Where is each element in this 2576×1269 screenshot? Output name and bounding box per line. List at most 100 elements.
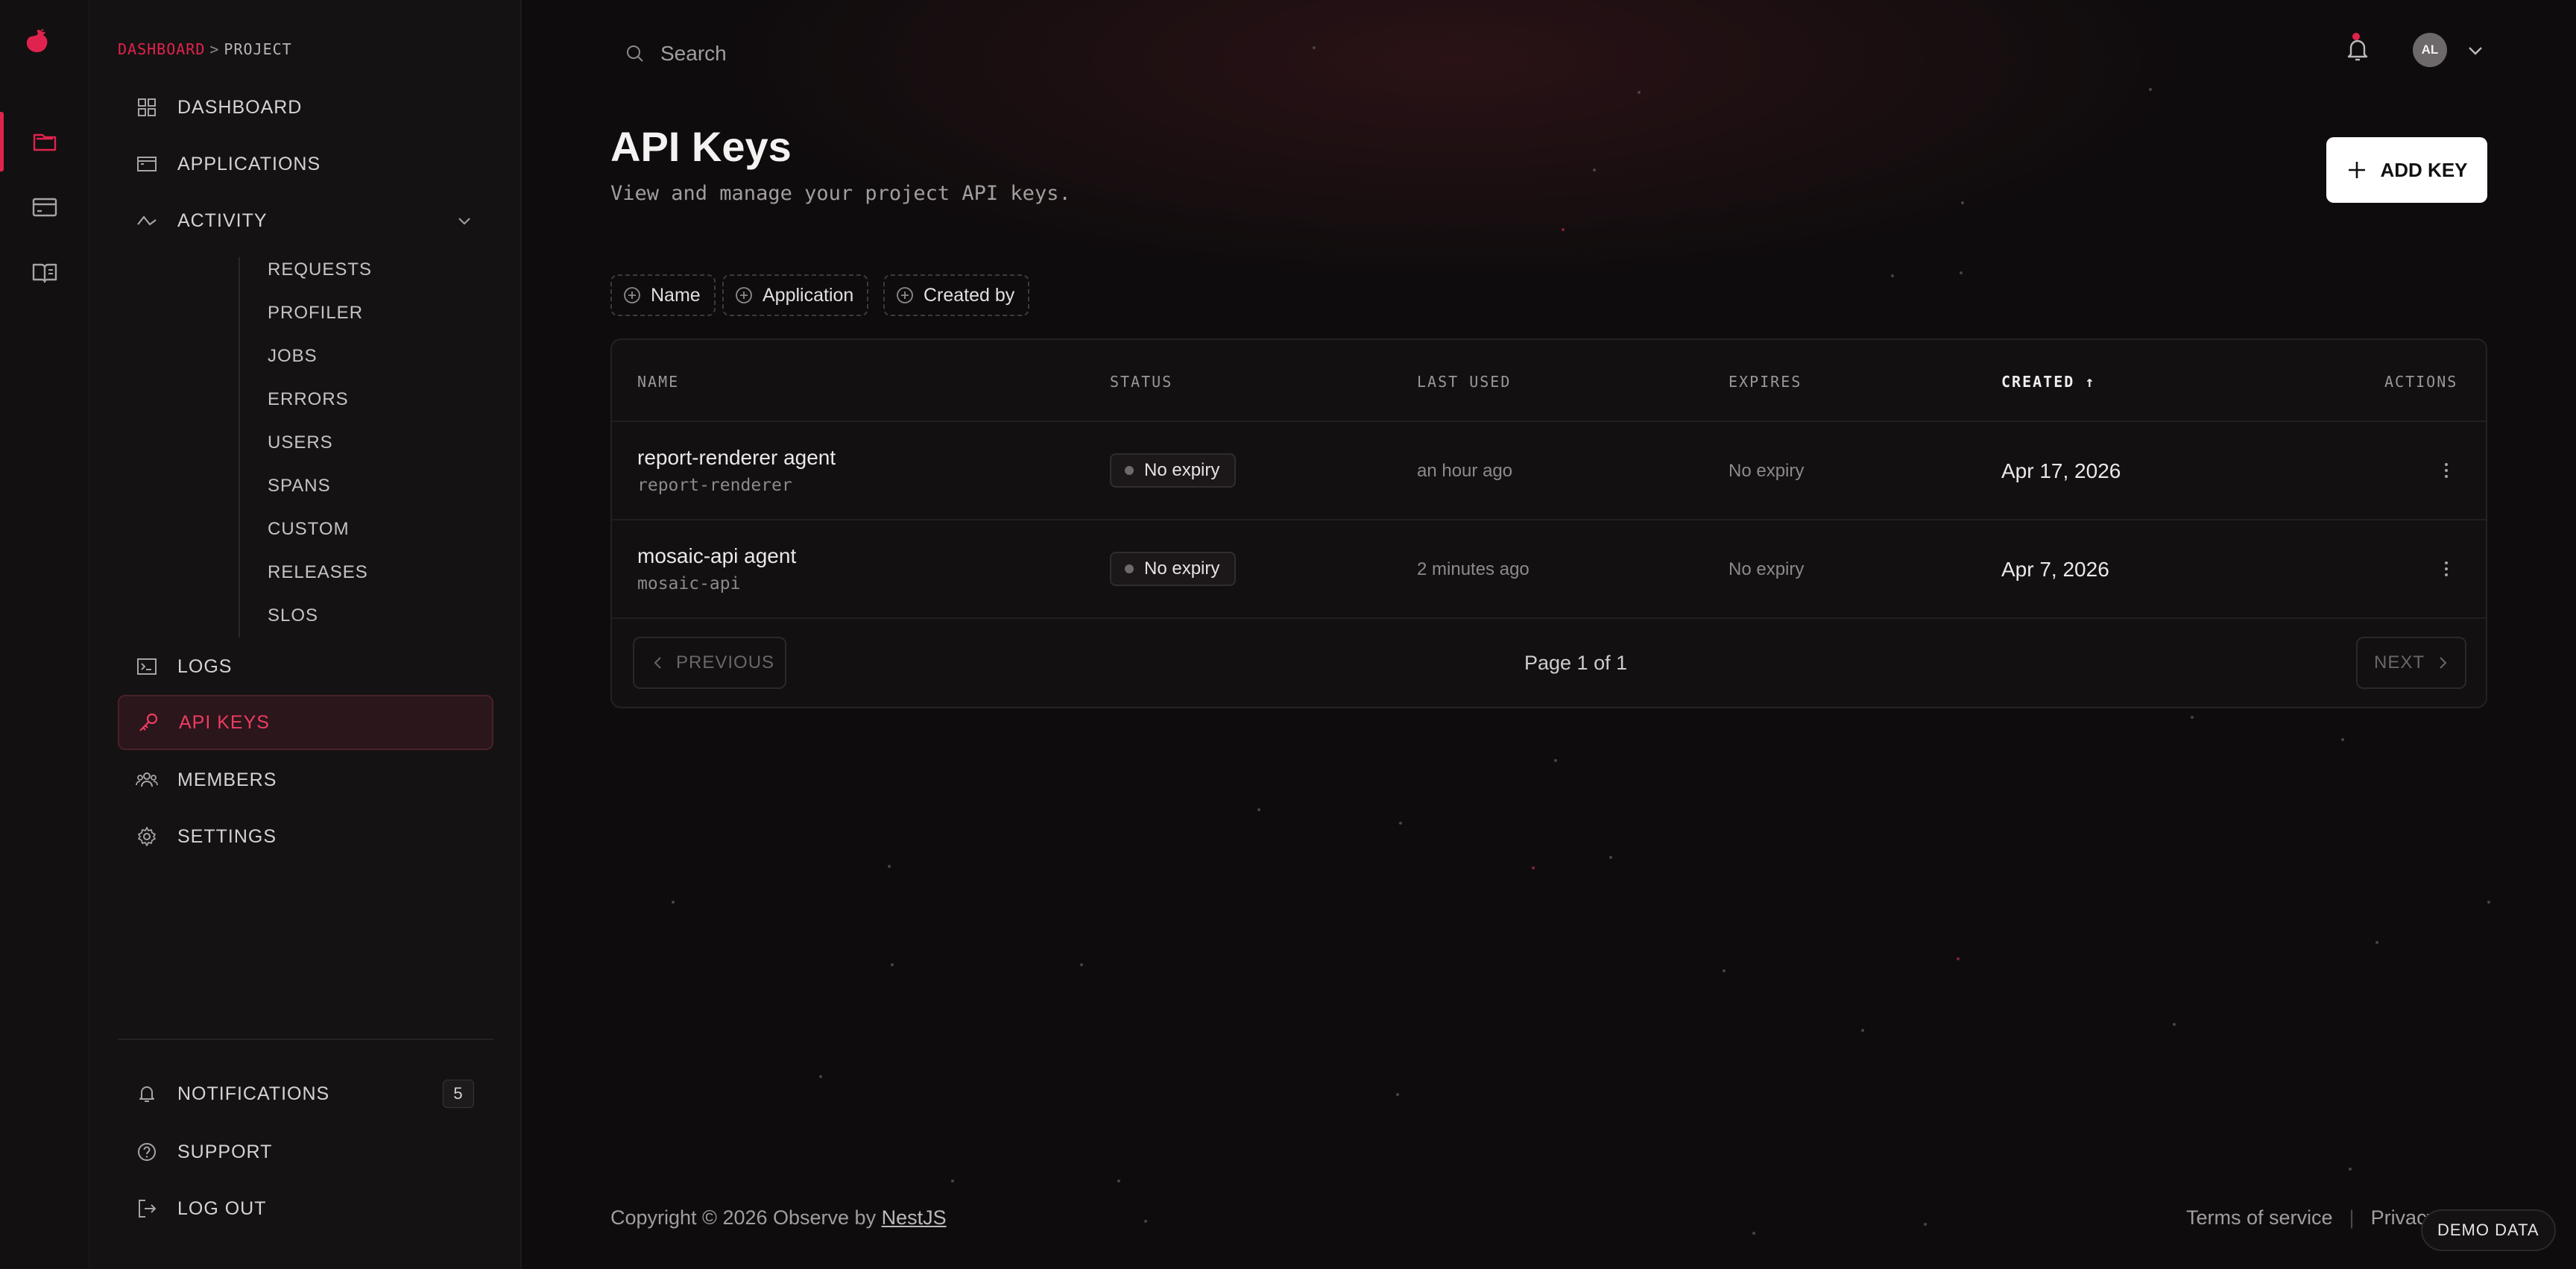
sidebar-item-label: MEMBERS	[177, 769, 277, 790]
status-label: No expiry	[1144, 460, 1220, 480]
background-star	[1532, 866, 1535, 869]
nestjs-link[interactable]: NestJS	[882, 1206, 947, 1229]
sidebar-subitem-profiler[interactable]: PROFILER	[268, 303, 363, 324]
row-divider	[612, 519, 2486, 520]
avatar[interactable]: AL	[2413, 33, 2447, 67]
sidebar-item-dashboard[interactable]: DASHBOARD	[118, 80, 493, 135]
sidebar-item-notifications[interactable]: NOTIFICATIONS 5	[118, 1066, 493, 1121]
copyright-text: Copyright © 2026 Observe by	[610, 1206, 882, 1229]
background-star	[891, 963, 894, 966]
page-subtitle: View and manage your project API keys.	[610, 182, 1071, 205]
page-title: API Keys	[610, 123, 792, 170]
column-header-status[interactable]: STATUS	[1110, 373, 1172, 391]
background-star	[888, 865, 891, 868]
book-icon	[32, 263, 57, 283]
column-header-last-used[interactable]: LAST USED	[1417, 373, 1511, 391]
column-header-expires[interactable]: EXPIRES	[1729, 373, 1802, 391]
background-star	[2487, 901, 2490, 904]
background-star	[672, 901, 675, 904]
background-star	[1891, 274, 1894, 277]
nestjs-logo-icon[interactable]	[22, 27, 67, 72]
background-star	[1924, 1223, 1927, 1226]
sidebar-item-label: DASHBOARD	[177, 96, 303, 118]
key-name[interactable]: report-renderer agent	[637, 446, 836, 470]
background-star	[1562, 228, 1565, 231]
key-name[interactable]: mosaic-api agent	[637, 544, 796, 568]
main-content: Search AL API Keys View and manage your …	[523, 0, 2576, 1269]
terminal-icon	[137, 658, 157, 675]
background-star	[1961, 201, 1964, 204]
filter-application[interactable]: Application	[722, 274, 869, 316]
sidebar-subitem-spans[interactable]: SPANS	[268, 476, 331, 497]
search-bar[interactable]: Search	[625, 42, 727, 66]
sidebar-item-logs[interactable]: LOGS	[118, 639, 493, 694]
bell-icon	[139, 1086, 154, 1102]
submenu-guide-line	[239, 257, 240, 637]
sidebar-item-label: API KEYS	[179, 711, 270, 733]
sidebar-subitem-slos[interactable]: SLOS	[268, 605, 318, 626]
sidebar-item-logout[interactable]: LOG OUT	[118, 1181, 493, 1236]
sidebar-item-applications[interactable]: APPLICATIONS	[118, 136, 493, 192]
chevron-down-icon[interactable]	[2465, 40, 2486, 61]
last-used: 2 minutes ago	[1417, 559, 1530, 579]
breadcrumb-project[interactable]: PROJECT	[224, 40, 291, 58]
more-vertical-icon[interactable]	[2435, 459, 2457, 482]
filter-label: Application	[763, 284, 854, 306]
sidebar-item-settings[interactable]: SETTINGS	[118, 809, 493, 864]
background-star	[1554, 759, 1557, 762]
add-key-button[interactable]: ADD KEY	[2326, 137, 2487, 203]
chevron-left-icon	[654, 657, 661, 669]
demo-data-badge[interactable]: DEMO DATA	[2421, 1209, 2556, 1251]
more-vertical-icon[interactable]	[2435, 558, 2457, 580]
sidebar-item-label: SETTINGS	[177, 825, 277, 847]
background-star	[1609, 856, 1612, 859]
breadcrumb-dashboard[interactable]: DASHBOARD	[118, 40, 205, 58]
key-slug: mosaic-api	[637, 574, 741, 593]
sidebar: DASHBOARD > PROJECT DASHBOARD APPLICATIONS…	[89, 0, 522, 1269]
background-star	[2375, 941, 2378, 944]
footer-copyright: Copyright © 2026 Observe by NestJS	[610, 1206, 947, 1229]
row-divider	[612, 421, 2486, 422]
created-date: Apr 7, 2026	[2001, 558, 2109, 581]
column-header-name[interactable]: NAME	[637, 373, 679, 391]
background-star	[1638, 91, 1641, 94]
next-page-button[interactable]: NEXT	[2356, 637, 2466, 689]
sidebar-subitem-custom[interactable]: CUSTOM	[268, 519, 350, 540]
sidebar-item-activity[interactable]: ACTIVITY	[118, 193, 493, 248]
sidebar-subitem-users[interactable]: USERS	[268, 432, 333, 453]
sidebar-subitem-releases[interactable]: RELEASES	[268, 562, 368, 583]
window-icon	[137, 157, 157, 171]
status-badge: No expiry	[1110, 552, 1237, 586]
rail-billing[interactable]	[0, 177, 89, 237]
sidebar-subitem-errors[interactable]: ERRORS	[268, 389, 349, 410]
background-star	[1960, 271, 1963, 274]
logout-icon	[139, 1200, 157, 1218]
background-star	[1144, 1220, 1147, 1223]
rail-docs[interactable]	[0, 243, 89, 303]
sidebar-item-support[interactable]: SUPPORT	[118, 1124, 493, 1180]
add-key-label: ADD KEY	[2380, 158, 2468, 181]
row-divider	[612, 617, 2486, 619]
column-header-created[interactable]: CREATED ↑	[2001, 373, 2095, 391]
sidebar-item-members[interactable]: MEMBERS	[118, 752, 493, 807]
rail-projects[interactable]	[0, 112, 89, 171]
background-star	[2173, 1023, 2176, 1026]
sidebar-item-label: LOG OUT	[177, 1197, 267, 1219]
terms-link[interactable]: Terms of service	[2186, 1206, 2333, 1229]
status-dot	[1125, 564, 1134, 573]
search-input[interactable]: Search	[660, 42, 727, 66]
sidebar-subitem-jobs[interactable]: JOBS	[268, 346, 318, 367]
filter-created-by[interactable]: Created by	[883, 274, 1030, 316]
previous-page-button[interactable]: PREVIOUS	[633, 637, 786, 689]
background-star	[1593, 169, 1596, 171]
background-star	[2149, 88, 2152, 91]
sort-ascending-icon: ↑	[2085, 373, 2096, 391]
sidebar-item-label: NOTIFICATIONS	[177, 1083, 330, 1104]
background-star	[819, 1075, 822, 1078]
sidebar-subitem-requests[interactable]: REQUESTS	[268, 259, 372, 280]
column-header-created-label: CREATED	[2001, 373, 2075, 391]
background-star	[1957, 957, 1960, 960]
chevron-down-icon[interactable]	[455, 211, 474, 230]
sidebar-item-api-keys[interactable]: API KEYS	[118, 695, 493, 750]
filter-name[interactable]: Name	[610, 274, 716, 316]
